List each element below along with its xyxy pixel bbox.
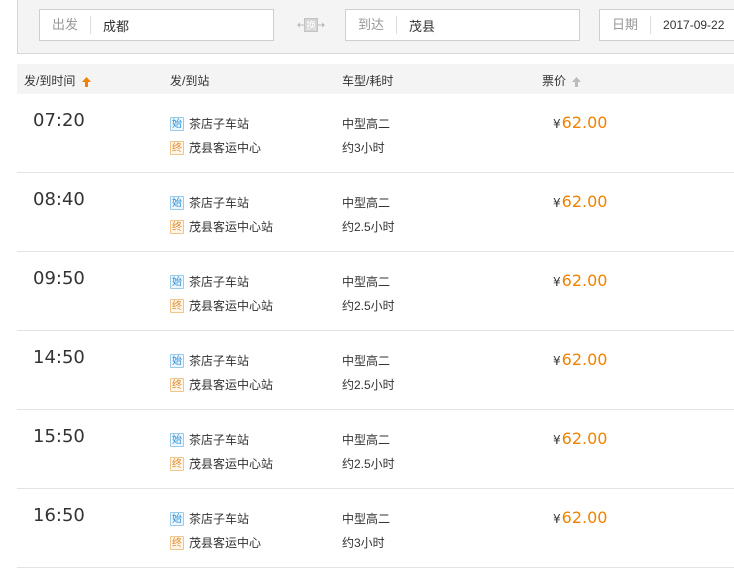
sort-up-inactive-icon — [572, 76, 582, 87]
destination-station: 终茂县客运中心 — [170, 535, 262, 550]
from-label: 出发 — [40, 16, 92, 34]
departure-time: 07:20 — [33, 110, 85, 131]
sort-up-active-icon — [81, 76, 91, 87]
bus-type: 中型高二 — [342, 275, 391, 289]
table-header: 发/到时间 发/到站 车型/耗时 票价 — [17, 64, 734, 94]
schedule-list: 07:20 始茶店子车站 终茂县客运中心 中型高二 约3小时 ¥62.00 08… — [17, 94, 734, 568]
end-tag: 终 — [170, 377, 184, 392]
trip-duration: 约3小时 — [342, 141, 385, 155]
destination-station: 终茂县客运中心站 — [170, 298, 274, 313]
table-row[interactable]: 16:50 始茶店子车站 终茂县客运中心 中型高二 约3小时 ¥62.00 — [17, 489, 734, 568]
destination-station: 终茂县客运中心站 — [170, 219, 274, 234]
table-row[interactable]: 07:20 始茶店子车站 终茂县客运中心 中型高二 约3小时 ¥62.00 — [17, 94, 734, 173]
header-type: 车型/耗时 — [342, 74, 394, 88]
bus-type: 中型高二 — [342, 433, 391, 447]
start-tag: 始 — [170, 274, 184, 289]
table-row[interactable]: 15:50 始茶店子车站 终茂县客运中心站 中型高二 约2.5小时 ¥62.00 — [17, 410, 734, 489]
trip-duration: 约2.5小时 — [342, 378, 395, 392]
sort-by-time[interactable]: 发/到时间 — [24, 72, 91, 89]
header-station: 发/到站 — [170, 74, 210, 88]
from-value[interactable]: 成都 — [91, 16, 129, 35]
end-tag: 终 — [170, 219, 184, 234]
swap-icon: 换 — [297, 18, 325, 32]
bus-type: 中型高二 — [342, 117, 391, 131]
ticket-price: ¥62.00 — [553, 192, 608, 211]
ticket-price: ¥62.00 — [553, 508, 608, 527]
from-field[interactable]: 出发 成都 — [39, 9, 274, 41]
to-value[interactable]: 茂县 — [397, 16, 435, 35]
header-time: 发/到时间 — [24, 74, 76, 88]
ticket-price: ¥62.00 — [553, 271, 608, 290]
departure-time: 08:40 — [33, 189, 85, 210]
table-row[interactable]: 08:40 始茶店子车站 终茂县客运中心站 中型高二 约2.5小时 ¥62.00 — [17, 173, 734, 252]
end-tag: 终 — [170, 298, 184, 313]
bus-type: 中型高二 — [342, 196, 391, 210]
origin-station: 始茶店子车站 — [170, 195, 250, 210]
ticket-price: ¥62.00 — [553, 113, 608, 132]
start-tag: 始 — [170, 116, 184, 131]
date-field[interactable]: 日期 2017-09-22 — [599, 9, 734, 41]
date-value[interactable]: 2017-09-22 — [651, 18, 724, 32]
origin-station: 始茶店子车站 — [170, 274, 250, 289]
start-tag: 始 — [170, 353, 184, 368]
svg-text:换: 换 — [306, 19, 316, 32]
header-price: 票价 — [542, 74, 567, 88]
table-row[interactable]: 09:50 始茶店子车站 终茂县客运中心站 中型高二 约2.5小时 ¥62.00 — [17, 252, 734, 331]
swap-button[interactable]: 换 — [296, 17, 326, 33]
end-tag: 终 — [170, 456, 184, 471]
origin-station: 始茶店子车站 — [170, 511, 250, 526]
sort-by-price[interactable]: 票价 — [542, 72, 582, 89]
end-tag: 终 — [170, 535, 184, 550]
to-field[interactable]: 到达 茂县 — [345, 9, 580, 41]
end-tag: 终 — [170, 140, 184, 155]
departure-time: 16:50 — [33, 505, 85, 526]
trip-duration: 约2.5小时 — [342, 457, 395, 471]
ticket-price: ¥62.00 — [553, 429, 608, 448]
date-label: 日期 — [600, 16, 652, 34]
departure-time: 09:50 — [33, 268, 85, 289]
ticket-price: ¥62.00 — [553, 350, 608, 369]
trip-duration: 约2.5小时 — [342, 220, 395, 234]
departure-time: 15:50 — [33, 426, 85, 447]
destination-station: 终茂县客运中心站 — [170, 377, 274, 392]
trip-duration: 约3小时 — [342, 536, 385, 550]
origin-station: 始茶店子车站 — [170, 432, 250, 447]
start-tag: 始 — [170, 432, 184, 447]
search-panel: 出发 成都 换 到达 茂县 日期 2017-09-22 — [17, 0, 734, 54]
departure-time: 14:50 — [33, 347, 85, 368]
origin-station: 始茶店子车站 — [170, 353, 250, 368]
bus-type: 中型高二 — [342, 354, 391, 368]
start-tag: 始 — [170, 511, 184, 526]
destination-station: 终茂县客运中心 — [170, 140, 262, 155]
table-row[interactable]: 14:50 始茶店子车站 终茂县客运中心站 中型高二 约2.5小时 ¥62.00 — [17, 331, 734, 410]
to-label: 到达 — [346, 16, 398, 34]
destination-station: 终茂县客运中心站 — [170, 456, 274, 471]
trip-duration: 约2.5小时 — [342, 299, 395, 313]
bus-type: 中型高二 — [342, 512, 391, 526]
start-tag: 始 — [170, 195, 184, 210]
origin-station: 始茶店子车站 — [170, 116, 250, 131]
